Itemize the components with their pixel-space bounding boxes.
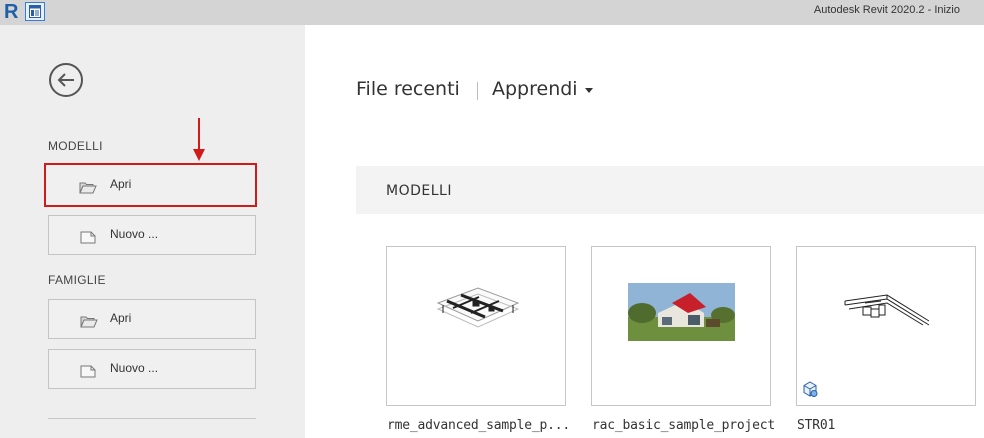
models-new-label: Nuovo ... xyxy=(110,227,159,241)
new-file-icon xyxy=(80,229,96,248)
window-title: Autodesk Revit 2020.2 - Inizio xyxy=(813,4,960,16)
folder-open-icon xyxy=(79,179,97,198)
families-new-button[interactable]: Nuovo ... xyxy=(48,349,256,389)
chevron-down-icon[interactable] xyxy=(585,88,593,93)
families-open-button[interactable]: Apri xyxy=(48,299,256,339)
revit-logo: R xyxy=(4,1,19,23)
section-title: MODELLI xyxy=(386,183,452,199)
tab-separator xyxy=(477,82,478,100)
quick-access-toggle-icon[interactable] xyxy=(25,2,45,21)
models-section-label: MODELLI xyxy=(48,139,103,153)
structure-model-thumbnail xyxy=(844,294,930,326)
models-section-header: MODELLI xyxy=(356,166,984,214)
sidebar-divider xyxy=(48,418,256,419)
tab-learn[interactable]: Apprendi xyxy=(492,78,578,100)
file-card[interactable] xyxy=(591,246,771,406)
file-name-label[interactable]: rme_advanced_sample_p... xyxy=(387,418,570,433)
file-name-label[interactable]: STR01 xyxy=(797,418,835,433)
models-open-label: Apri xyxy=(110,177,132,191)
cloud-model-icon xyxy=(803,381,818,397)
new-file-icon xyxy=(80,363,96,382)
families-open-label: Apri xyxy=(110,311,132,325)
title-bar: R Autodesk Revit 2020.2 - Inizio xyxy=(0,0,984,25)
sidebar: MODELLI Apri Nuovo ... FAMIGLIE Apri Nuo… xyxy=(0,25,305,438)
red-arrow-annotation xyxy=(193,118,205,161)
families-new-label: Nuovo ... xyxy=(110,361,159,375)
file-card[interactable] xyxy=(386,246,566,406)
house-render-thumbnail xyxy=(628,283,735,341)
models-new-button[interactable]: Nuovo ... xyxy=(48,215,256,255)
tab-recent-files[interactable]: File recenti xyxy=(356,78,460,100)
folder-open-icon xyxy=(80,313,98,332)
families-section-label: FAMIGLIE xyxy=(48,273,106,287)
back-arrow-icon[interactable] xyxy=(48,62,84,98)
file-name-label[interactable]: rac_basic_sample_project xyxy=(592,418,775,433)
file-card[interactable] xyxy=(796,246,976,406)
models-open-button[interactable]: Apri xyxy=(44,163,257,207)
mep-model-thumbnail xyxy=(436,287,520,328)
